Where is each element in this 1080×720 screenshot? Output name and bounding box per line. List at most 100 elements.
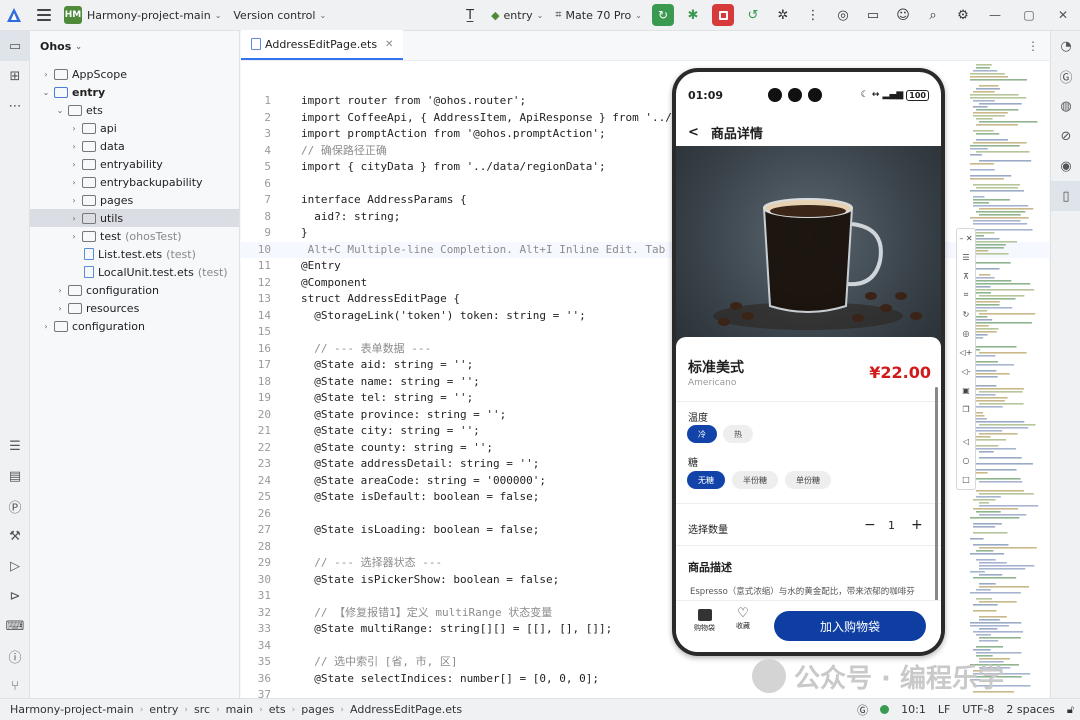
back-arrow-icon[interactable]: < <box>688 125 699 140</box>
run-tool-icon[interactable]: ▷ <box>0 551 30 581</box>
file-encoding[interactable]: UTF-8 <box>956 703 1000 716</box>
add-to-bag-button[interactable]: 加入购物袋 <box>774 611 926 641</box>
chevron-right-icon[interactable]: › <box>40 322 52 331</box>
crop-icon[interactable]: ⌗ <box>964 286 969 305</box>
todo-tool-icon[interactable]: ☰ <box>0 431 30 461</box>
tree-item[interactable]: ⌄ entry <box>30 83 239 101</box>
emulator-screen[interactable]: 01:09 ☾ ↔ ▂▄▆ 100 < 商品详情 标准美式 Americano … <box>676 72 941 652</box>
chevron-right-icon[interactable]: › <box>40 70 52 79</box>
chevron-down-icon[interactable]: ⌄ <box>40 88 52 97</box>
tree-item[interactable]: › pages <box>30 191 239 209</box>
services-tool-icon[interactable]: ⊳ <box>0 581 30 611</box>
cart-tab[interactable]: 购物袋 <box>694 609 715 633</box>
favorite-tab[interactable]: ♡ 收藏 <box>736 607 750 631</box>
home-icon[interactable]: ○ <box>963 451 970 470</box>
close-icon[interactable]: – ✕ <box>959 229 972 248</box>
log-tool-icon[interactable]: ▤ <box>0 461 30 491</box>
project-selector[interactable]: HM Harmony-project-main ⌄ <box>58 0 227 31</box>
breadcrumb-item[interactable]: Harmony-project-main <box>4 703 140 716</box>
chevron-right-icon[interactable]: › <box>68 196 80 205</box>
scrollbar[interactable] <box>935 387 938 607</box>
maximize-button[interactable]: ▢ <box>1012 0 1046 31</box>
chevron-right-icon[interactable]: › <box>68 214 80 223</box>
chevron-right-icon[interactable]: › <box>68 142 80 151</box>
close-tab-icon[interactable]: ✕ <box>385 39 393 50</box>
more-icon[interactable]: ⋮ <box>798 0 828 31</box>
tree-item[interactable]: › entrybackupability <box>30 173 239 191</box>
tree-item[interactable]: › resources <box>30 299 239 317</box>
tree-item[interactable]: › test (ohosTest) <box>30 227 239 245</box>
notifications-icon[interactable]: ◔ <box>1051 31 1080 61</box>
screenshot-icon[interactable]: ▣ <box>962 381 970 400</box>
volume-down-icon[interactable]: ◁- <box>961 362 970 381</box>
chevron-right-icon[interactable]: › <box>54 286 66 295</box>
chevron-right-icon[interactable]: › <box>68 178 80 187</box>
tree-item[interactable]: › configuration <box>30 317 239 335</box>
location-icon[interactable]: ◎ <box>963 324 970 343</box>
sync-status-icon[interactable] <box>874 705 895 714</box>
chevron-down-icon[interactable]: ⌄ <box>54 106 66 115</box>
temp-option-cold[interactable]: 冷 <box>687 425 717 443</box>
tree-item[interactable]: ⌄ ets <box>30 101 239 119</box>
problems-tool-icon[interactable]: ⓘ <box>0 641 30 671</box>
rotate-icon[interactable]: ↻ <box>963 305 970 324</box>
sugar-option-none[interactable]: 无糖 <box>687 471 725 489</box>
chevron-right-icon[interactable]: › <box>68 160 80 169</box>
indent-setting[interactable]: 2 spaces <box>1000 703 1061 716</box>
tree-item[interactable]: List.test.ets (test) <box>30 245 239 263</box>
debug-icon[interactable]: ✱ <box>678 0 708 31</box>
ai-assistant-icon[interactable]: ◍ <box>1051 91 1080 121</box>
chevron-right-icon[interactable]: › <box>68 124 80 133</box>
breadcrumb-item[interactable]: src <box>188 703 216 716</box>
structure-tool-icon[interactable]: ⊞ <box>0 61 30 91</box>
plus-button[interactable]: + <box>911 517 923 533</box>
close-button[interactable]: ✕ <box>1046 0 1080 31</box>
minimize-button[interactable]: — <box>978 0 1012 31</box>
module-selector[interactable]: ◆ entry ⌄ <box>485 0 549 31</box>
breadcrumb-item[interactable]: entry <box>143 703 184 716</box>
sugar-option-half[interactable]: 半份糖 <box>732 471 778 489</box>
account-icon[interactable]: ☺ <box>888 0 918 31</box>
pin-icon[interactable]: ⊼ <box>963 267 969 286</box>
tree-item[interactable]: LocalUnit.test.ets (test) <box>30 263 239 281</box>
device-manager-icon[interactable]: ▭ <box>858 0 888 31</box>
line-ending[interactable]: LF <box>932 703 956 716</box>
bug-icon[interactable]: ✲ <box>768 0 798 31</box>
breadcrumb-item[interactable]: AddressEditPage.ets <box>344 703 468 716</box>
run-button[interactable]: ↻ <box>652 4 674 26</box>
sugar-option-full[interactable]: 单份糖 <box>785 471 831 489</box>
cursor-position[interactable]: 10:1 <box>895 703 932 716</box>
tree-item[interactable]: › entryability <box>30 155 239 173</box>
stop-button[interactable] <box>712 4 734 26</box>
translate-icon[interactable]: T̲ <box>455 0 485 31</box>
tree-item[interactable]: › utils <box>30 209 239 227</box>
temp-option-hot[interactable]: 热 <box>723 425 753 443</box>
tree-item[interactable]: › configuration <box>30 281 239 299</box>
vcs-selector[interactable]: Version control ⌄ <box>227 0 332 31</box>
breadcrumb-item[interactable]: pages <box>295 703 340 716</box>
breadcrumb-item[interactable]: main <box>220 703 259 716</box>
breadcrumb-item[interactable]: ets <box>263 703 292 716</box>
hvigor-icon[interactable]: ⊘ <box>1051 121 1080 151</box>
search-icon[interactable]: ⌕ <box>918 0 948 31</box>
apply-changes-icon[interactable]: ↺ <box>738 0 768 31</box>
terminal-tool-icon[interactable]: ⌨ <box>0 611 30 641</box>
volume-up-icon[interactable]: ◁+ <box>960 343 973 362</box>
settings-icon[interactable]: ⚙ <box>948 0 978 31</box>
tree-item[interactable]: › AppScope <box>30 65 239 83</box>
menu-icon[interactable]: ☰ <box>962 248 969 267</box>
profiler-icon[interactable]: ◎ <box>828 0 858 31</box>
device-mirror-icon[interactable]: ▯ <box>1051 181 1080 211</box>
build-tool-icon[interactable]: ⚒ <box>0 521 30 551</box>
back-icon[interactable]: ◁ <box>963 432 969 451</box>
recent-apps-icon[interactable]: □ <box>962 470 970 489</box>
main-menu-button[interactable] <box>30 3 58 27</box>
project-tool-icon[interactable]: ▭ <box>0 31 30 61</box>
git-tool-icon[interactable]: ⑂ <box>0 671 30 701</box>
codegenie-icon[interactable]: Ⓖ <box>1051 61 1080 91</box>
project-panel-header[interactable]: Ohos ⌄ <box>30 31 239 61</box>
tab-addresseditpage[interactable]: AddressEditPage.ets ✕ <box>241 30 404 60</box>
device-selector[interactable]: ⌗ Mate 70 Pro ⌄ <box>549 0 648 31</box>
code-minimap[interactable] <box>964 62 1048 698</box>
codegenie-status-icon[interactable]: Ⓖ <box>851 702 874 718</box>
